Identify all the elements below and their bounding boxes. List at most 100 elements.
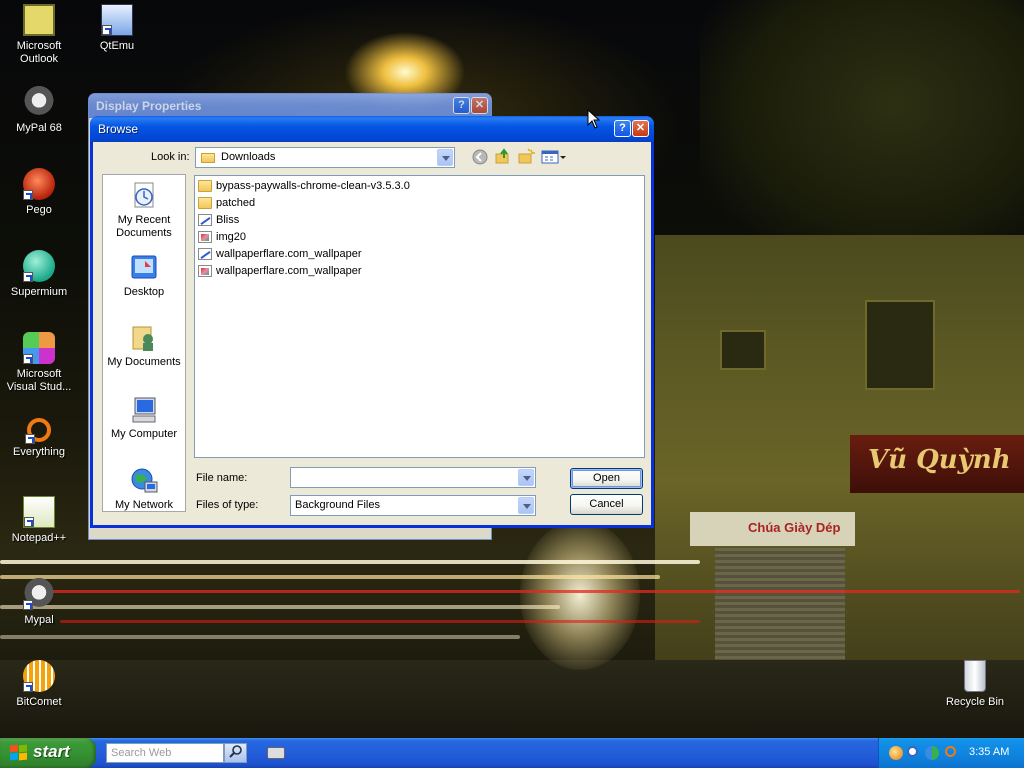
up-folder-icon[interactable] [493,148,513,168]
list-item[interactable]: bypass-paywalls-chrome-clean-v3.5.3.0 [198,178,410,194]
view-menu-icon[interactable] [541,148,567,168]
place-my-documents[interactable]: My Documents [103,323,185,369]
desktop-icon-recycle-bin[interactable]: Recycle Bin [936,660,1014,709]
search-icon[interactable] [224,743,247,763]
file-name: bypass-paywalls-chrome-clean-v3.5.3.0 [216,180,410,192]
desktop-icon-bitcomet[interactable]: BitComet [0,660,78,709]
desktop-icon-visual-studio[interactable]: Microsoft Visual Stud... [0,332,78,394]
close-button[interactable]: ✕ [632,120,649,137]
folder-icon [198,180,212,192]
desktop-icon-outlook[interactable]: Microsoft Outlook [0,4,78,66]
place-desktop[interactable]: Desktop [103,253,185,299]
list-item[interactable]: patched [198,195,255,211]
shortcut-arrow-icon [23,354,33,364]
file-list[interactable]: bypass-paywalls-chrome-clean-v3.5.3.0 pa… [194,175,645,458]
desktop-icon-label: QtEmu [99,40,135,52]
start-button[interactable]: start [0,738,96,768]
wallpaper-window [865,300,935,390]
place-label: My Computer [110,428,178,440]
keyboard-icon[interactable] [267,747,285,759]
paint-image-icon [198,214,212,226]
dialog-title: Browse [98,122,139,136]
desktop-icon-label: Microsoft Visual Stud... [6,368,72,393]
qtemu-icon [101,4,133,36]
look-in-dropdown[interactable]: Downloads [195,147,455,168]
wallpaper-tree [700,0,1024,260]
clock[interactable]: 3:35 AM [969,746,1009,758]
desktop-icon-qtemu[interactable]: QtEmu [78,4,156,53]
window-title: Display Properties [96,99,202,113]
look-in-value: Downloads [221,151,276,163]
file-type-dropdown[interactable]: Background Files [290,495,536,516]
list-item[interactable]: Bliss [198,212,239,228]
mouse-cursor-icon [587,109,601,129]
place-my-network[interactable]: My Network [103,466,185,512]
desktop-icon-label: MyPal 68 [16,122,62,134]
file-name: patched [216,197,256,209]
light-streak [0,575,660,579]
new-folder-icon[interactable] [516,148,536,168]
start-label: start [33,742,70,761]
tray-search-icon[interactable] [907,746,918,757]
look-in-label: Look in: [151,151,190,163]
shortcut-arrow-icon [23,600,33,610]
search-web-input[interactable]: Search Web [106,743,224,763]
help-button[interactable]: ? [453,97,470,114]
place-my-recent-documents[interactable]: My Recent Documents [103,181,185,240]
list-item[interactable]: wallpaperflare.com_wallpaper [198,263,362,279]
windows-logo-icon [10,744,28,761]
tray-app-icon[interactable] [889,746,903,760]
desktop-icon-label: BitComet [16,696,62,708]
desktop-icon-supermium[interactable]: Supermium [0,250,78,299]
light-streak [0,605,560,609]
wallpaper-shop-sign-small: Chúa Giày Dép [690,512,855,546]
cancel-button[interactable]: Cancel [570,494,643,515]
my-computer-icon [129,395,159,425]
chevron-down-icon[interactable] [518,497,534,514]
file-name: img20 [216,231,246,243]
light-streak [60,620,700,623]
image-file-icon [198,265,212,277]
desktop-icon-label: Supermium [10,286,68,298]
browse-dialog[interactable]: Browse ? ✕ Look in: Downloads My Recent … [90,116,654,528]
desktop-icon-notepadpp[interactable]: Notepad++ [0,496,78,545]
place-label: Desktop [123,286,165,298]
light-streak [0,560,700,564]
tray-network-icon[interactable] [925,746,939,760]
places-bar: My Recent Documents Desktop My Documents… [102,174,186,512]
folder-icon [198,197,212,209]
place-my-computer[interactable]: My Computer [103,395,185,441]
system-tray: 3:35 AM [878,738,1024,768]
desktop-icon-everything[interactable]: Everything [0,414,78,459]
image-file-icon [198,231,212,243]
tray-everything-icon[interactable] [945,746,956,757]
shortcut-arrow-icon [23,682,33,692]
desktop-icon-pego[interactable]: Pego [0,168,78,217]
chevron-down-icon[interactable] [518,469,534,486]
open-button[interactable]: Open [570,468,643,489]
file-type-value: Background Files [295,499,380,511]
file-name: wallpaperflare.com_wallpaper [216,248,362,260]
chevron-down-icon[interactable] [437,149,453,166]
shortcut-arrow-icon [23,190,33,200]
visual-studio-icon [23,332,55,364]
browse-titlebar[interactable]: Browse ? ✕ [90,116,654,142]
file-name-field[interactable] [290,467,536,488]
place-label: My Documents [107,356,181,368]
close-button[interactable]: ✕ [471,97,488,114]
back-icon[interactable] [470,148,490,168]
wallpaper-light-glow [520,520,640,670]
my-network-icon [129,466,159,496]
list-item[interactable]: img20 [198,229,246,245]
mypal-raccoon-icon [23,578,55,610]
desktop-icon-mypal[interactable]: Mypal [0,578,78,627]
folder-icon [201,153,215,163]
my-documents-icon [129,323,159,353]
desktop-icon-mypal68[interactable]: MyPal 68 [0,86,78,135]
shortcut-arrow-icon [23,272,33,282]
wallpaper-shop-sign: Vũ Quỳnh [850,435,1024,493]
list-item[interactable]: wallpaperflare.com_wallpaper [198,246,362,262]
display-properties-titlebar[interactable]: Display Properties ? ✕ [89,94,491,118]
help-button[interactable]: ? [614,120,631,137]
desktop-icon-label: Everything [13,446,65,458]
